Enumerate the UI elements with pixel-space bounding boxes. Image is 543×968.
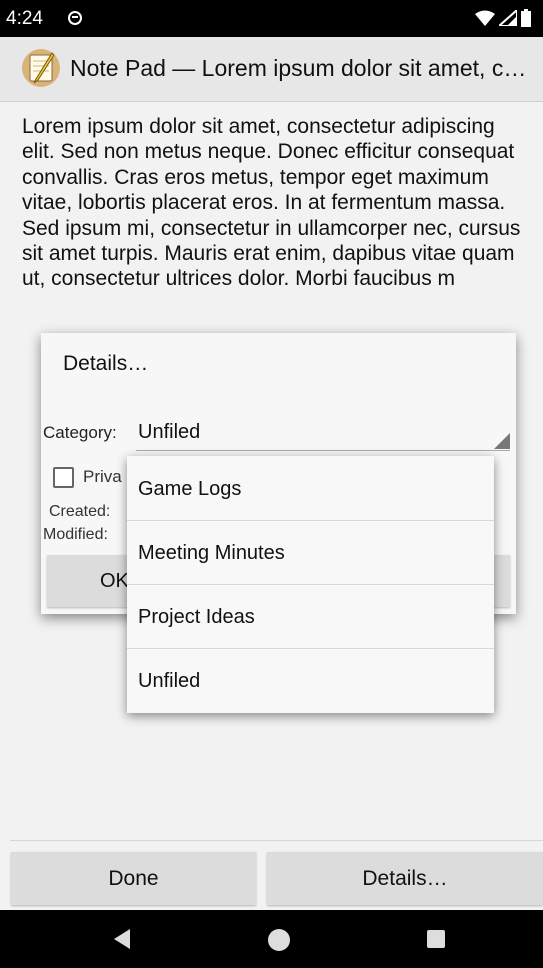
bottom-button-bar: Done Details…	[0, 852, 543, 907]
signal-icon	[496, 7, 518, 32]
private-checkbox[interactable]	[53, 467, 74, 488]
back-icon[interactable]	[112, 928, 132, 955]
ok-button-label: OK	[100, 570, 129, 592]
note-text[interactable]: Lorem ipsum dolor sit amet, consectetur …	[22, 114, 528, 292]
option-label: Game Logs	[138, 478, 242, 500]
dropdown-option-meeting-minutes[interactable]: Meeting Minutes	[127, 520, 494, 585]
category-dropdown: Game Logs Meeting Minutes Project Ideas …	[127, 456, 494, 713]
done-button[interactable]: Done	[11, 852, 256, 905]
spinner-underline	[136, 450, 510, 451]
category-label: Category:	[43, 423, 117, 442]
private-label: Priva	[83, 467, 122, 486]
dialog-title: Details…	[63, 352, 149, 375]
details-button[interactable]: Details…	[267, 852, 543, 905]
status-icons	[475, 7, 531, 33]
home-icon[interactable]	[268, 929, 290, 951]
dropdown-option-project-ideas[interactable]: Project Ideas	[127, 584, 494, 649]
created-label: Created:	[49, 503, 111, 520]
dropdown-option-unfiled[interactable]: Unfiled	[127, 648, 494, 712]
category-spinner[interactable]: Unfiled	[138, 421, 200, 444]
status-time: 4:24	[6, 8, 43, 29]
battery-icon	[521, 9, 531, 33]
notepad-icon	[21, 47, 61, 89]
modified-label: Modified:	[43, 526, 108, 543]
spinner-arrow-icon[interactable]	[494, 433, 510, 449]
app-bar: Note Pad — Lorem ipsum dolor sit amet, c…	[0, 37, 543, 102]
recents-icon[interactable]	[427, 930, 445, 948]
option-label: Unfiled	[138, 670, 201, 692]
wifi-icon	[475, 10, 495, 32]
option-label: Meeting Minutes	[138, 542, 285, 564]
nav-bar	[0, 910, 543, 968]
dropdown-option-game-logs[interactable]: Game Logs	[127, 456, 494, 521]
notification-icon	[67, 10, 83, 32]
status-bar: 4:24	[0, 0, 543, 37]
option-label: Project Ideas	[138, 606, 255, 628]
app-title: Note Pad — Lorem ipsum dolor sit amet, c…	[70, 55, 527, 81]
